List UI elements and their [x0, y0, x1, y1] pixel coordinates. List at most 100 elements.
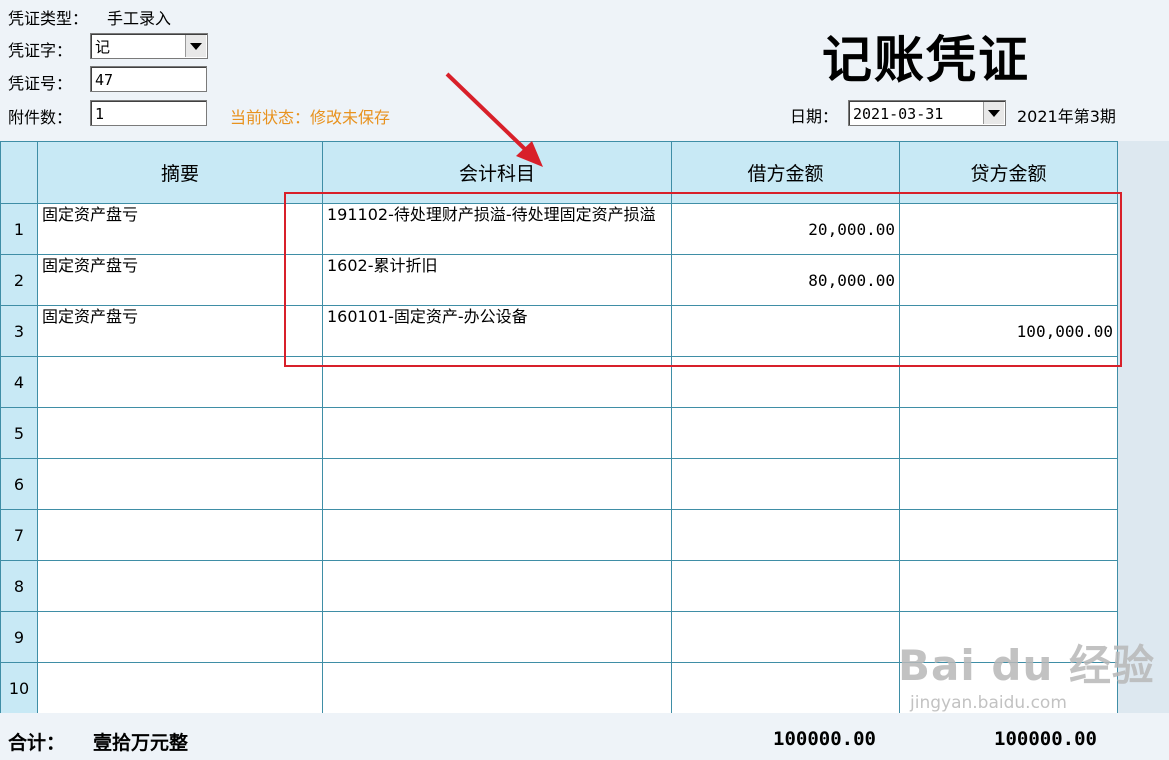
credit-cell[interactable]: [899, 560, 1118, 612]
table-row[interactable]: 8: [0, 560, 1118, 612]
row-number: 6: [0, 458, 38, 510]
date-dropdown-button[interactable]: [983, 102, 1004, 124]
table-header-row: 摘要 会计科目 借方金额 贷方金额: [0, 141, 1118, 204]
row-number-header: [0, 141, 38, 204]
summary-cell[interactable]: [37, 662, 323, 714]
account-cell[interactable]: [322, 407, 672, 459]
voucher-type-label: 凭证类型：: [8, 9, 89, 28]
debit-cell-text: [673, 358, 899, 374]
summary-cell[interactable]: [37, 407, 323, 459]
debit-cell[interactable]: [671, 662, 900, 714]
debit-cell[interactable]: [671, 509, 900, 561]
debit-cell-text: [673, 562, 899, 578]
credit-cell[interactable]: [899, 356, 1118, 408]
attachments-value: 1: [95, 105, 105, 123]
debit-cell-text: [673, 613, 899, 629]
voucher-no-value: 47: [95, 71, 114, 89]
summary-cell-text: 固定资产盘亏: [42, 256, 139, 275]
account-cell[interactable]: [322, 611, 672, 663]
account-cell[interactable]: [322, 509, 672, 561]
voucher-no-input[interactable]: 47: [90, 66, 207, 92]
credit-cell-text: [901, 460, 1117, 476]
account-cell[interactable]: 1602-累计折旧: [322, 254, 672, 306]
account-cell-text: [324, 460, 671, 464]
credit-cell-text: [901, 409, 1117, 425]
account-cell[interactable]: 191102-待处理财产损溢-待处理固定资产损溢: [322, 203, 672, 255]
table-row[interactable]: 5: [0, 407, 1118, 459]
attachments-label: 附件数：: [8, 108, 73, 127]
summary-cell[interactable]: [37, 356, 323, 408]
column-header-debit[interactable]: 借方金额: [671, 141, 900, 204]
credit-cell[interactable]: [899, 458, 1118, 510]
column-header-credit[interactable]: 贷方金额: [899, 141, 1118, 204]
summary-cell[interactable]: [37, 458, 323, 510]
debit-cell[interactable]: [671, 611, 900, 663]
credit-cell-text: [901, 256, 1117, 272]
summary-cell[interactable]: 固定资产盘亏: [37, 254, 323, 306]
voucher-word-value: 记: [95, 38, 111, 56]
debit-cell[interactable]: [671, 458, 900, 510]
voucher-word-dropdown-button[interactable]: [185, 35, 206, 57]
table-row[interactable]: 3 固定资产盘亏 160101-固定资产-办公设备 100,000.00: [0, 305, 1118, 357]
debit-cell[interactable]: 20,000.00: [671, 203, 900, 255]
totals-bar: 合计： 壹拾万元整 100000.00 100000.00: [0, 713, 1169, 760]
debit-cell[interactable]: [671, 356, 900, 408]
account-cell-text: [324, 358, 671, 362]
credit-cell-text: [901, 511, 1117, 527]
debit-cell-text: [673, 511, 899, 527]
credit-cell[interactable]: [899, 203, 1118, 255]
credit-cell[interactable]: [899, 254, 1118, 306]
date-select[interactable]: 2021-03-31: [848, 100, 1006, 126]
account-cell-text: 1602-累计折旧: [327, 256, 438, 275]
credit-cell[interactable]: 100,000.00: [899, 305, 1118, 357]
account-cell-text: [324, 511, 671, 515]
voucher-type-value: 手工录入: [107, 9, 172, 28]
summary-cell[interactable]: [37, 509, 323, 561]
watermark-site: jingyan.baidu.com: [910, 693, 1067, 713]
credit-cell-text: [901, 205, 1117, 221]
voucher-word-select[interactable]: 记: [90, 33, 208, 59]
account-cell[interactable]: [322, 356, 672, 408]
debit-cell-text: 20,000.00: [808, 220, 895, 239]
debit-cell[interactable]: 80,000.00: [671, 254, 900, 306]
summary-cell-text: [39, 664, 322, 668]
summary-cell[interactable]: 固定资产盘亏: [37, 305, 323, 357]
debit-cell[interactable]: [671, 305, 900, 357]
summary-cell[interactable]: 固定资产盘亏: [37, 203, 323, 255]
voucher-entry-table: 摘要 会计科目 借方金额 贷方金额 1 固定资产盘亏 191102-待处理财产损溢-…: [0, 141, 1118, 714]
table-row[interactable]: 1 固定资产盘亏 191102-待处理财产损溢-待处理固定资产损溢 20,000.00: [0, 203, 1118, 255]
column-header-account[interactable]: 会计科目: [322, 141, 672, 204]
debit-cell-text: [673, 307, 899, 323]
account-cell[interactable]: [322, 458, 672, 510]
summary-cell-text: [39, 562, 322, 566]
summary-cell-text: 固定资产盘亏: [42, 307, 139, 326]
account-cell[interactable]: [322, 662, 672, 714]
account-cell[interactable]: 160101-固定资产-办公设备: [322, 305, 672, 357]
account-cell-text: [324, 664, 671, 668]
summary-cell-text: [39, 511, 322, 515]
account-cell-text: 160101-固定资产-办公设备: [327, 307, 528, 326]
table-row[interactable]: 6: [0, 458, 1118, 510]
table-row[interactable]: 7: [0, 509, 1118, 561]
summary-cell[interactable]: [37, 611, 323, 663]
date-value: 2021-03-31: [853, 105, 944, 123]
attachments-input[interactable]: 1: [90, 100, 207, 126]
debit-cell[interactable]: [671, 560, 900, 612]
debit-cell-text: [673, 409, 899, 425]
voucher-word-label: 凭证字：: [8, 41, 73, 60]
table-row[interactable]: 2 固定资产盘亏 1602-累计折旧 80,000.00: [0, 254, 1118, 306]
summary-cell[interactable]: [37, 560, 323, 612]
watermark-brand: Bai du 经验: [898, 641, 1155, 690]
summary-cell-text: 固定资产盘亏: [42, 205, 139, 224]
credit-cell[interactable]: [899, 509, 1118, 561]
row-number: 4: [0, 356, 38, 408]
column-header-summary[interactable]: 摘要: [37, 141, 323, 204]
row-number: 3: [0, 305, 38, 357]
row-number: 9: [0, 611, 38, 663]
account-cell-text: [324, 562, 671, 566]
credit-cell[interactable]: [899, 407, 1118, 459]
account-cell-text: [324, 613, 671, 617]
debit-cell[interactable]: [671, 407, 900, 459]
table-row[interactable]: 4: [0, 356, 1118, 408]
account-cell[interactable]: [322, 560, 672, 612]
